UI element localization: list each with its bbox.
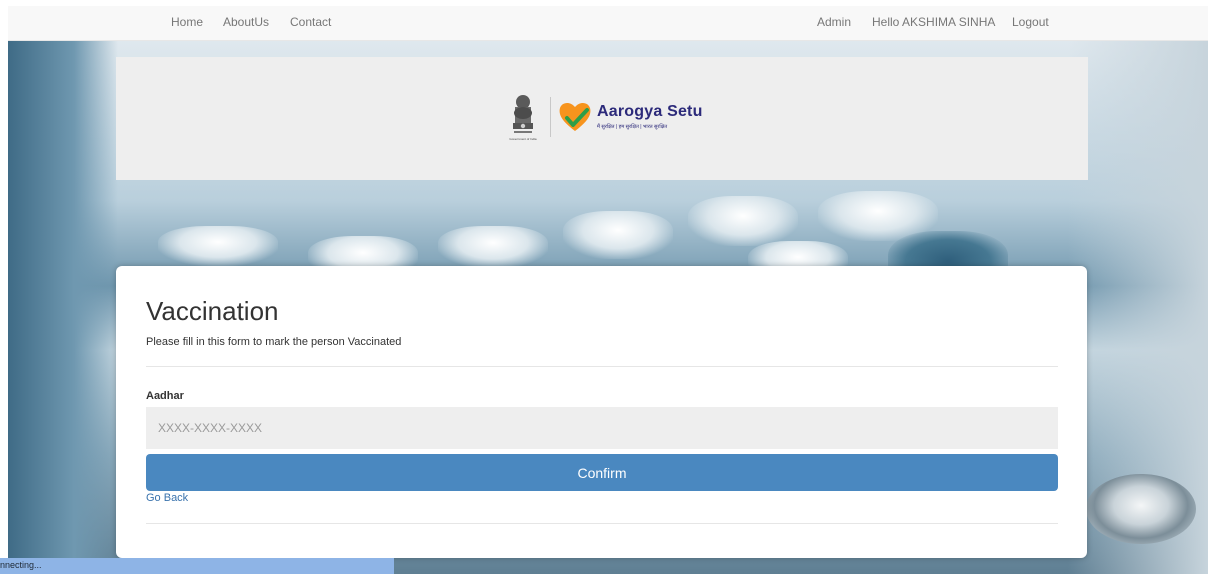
nav-aboutus-link[interactable]: AboutUs bbox=[223, 15, 269, 29]
aadhar-input[interactable] bbox=[146, 407, 1058, 449]
brand-name: Aarogya Setu bbox=[597, 103, 703, 120]
nav-user-greeting[interactable]: Hello AKSHIMA SINHA bbox=[872, 15, 995, 29]
form-subtitle: Please fill in this form to mark the per… bbox=[146, 336, 402, 348]
nav-home-link[interactable]: Home bbox=[171, 15, 203, 29]
page: Home AboutUs Contact Admin Hello AKSHIMA… bbox=[8, 6, 1208, 574]
vial-cap-image bbox=[1086, 474, 1196, 544]
vaccination-form-card: Vaccination Please fill in this form to … bbox=[116, 266, 1087, 558]
logo-divider bbox=[550, 97, 551, 137]
form-title: Vaccination bbox=[146, 296, 279, 326]
form-divider-top bbox=[146, 366, 1058, 367]
aadhar-label: Aadhar bbox=[146, 390, 184, 402]
browser-status-bar bbox=[0, 558, 394, 574]
form-divider-bottom bbox=[146, 523, 1058, 524]
brand-tagline: मैं सुरक्षित | हम सुरक्षित | भारत सुरक्ष… bbox=[597, 124, 668, 130]
go-back-link[interactable]: Go Back bbox=[146, 492, 188, 504]
heart-check-icon bbox=[559, 102, 591, 131]
confirm-button[interactable]: Confirm bbox=[146, 454, 1058, 491]
navbar: Home AboutUs Contact Admin Hello AKSHIMA… bbox=[8, 6, 1208, 41]
nav-logout-link[interactable]: Logout bbox=[1012, 15, 1049, 29]
header-banner: Government of India Aarogya Setu मैं सुर… bbox=[116, 57, 1088, 180]
nav-admin-link[interactable]: Admin bbox=[817, 15, 851, 29]
nav-contact-link[interactable]: Contact bbox=[290, 15, 331, 29]
status-text: nnecting... bbox=[0, 560, 42, 570]
aarogya-setu-logo: Government of India Aarogya Setu मैं सुर… bbox=[501, 93, 711, 145]
emblem-caption: Government of India bbox=[509, 137, 537, 141]
